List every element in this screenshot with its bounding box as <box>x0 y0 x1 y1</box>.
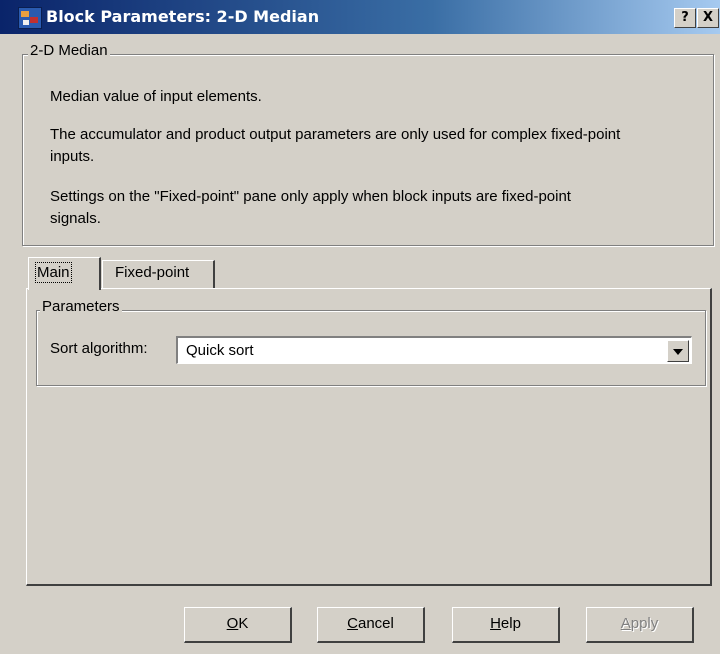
sort-algorithm-label: Sort algorithm: <box>50 340 148 357</box>
window-title: Block Parameters: 2-D Median <box>46 7 320 26</box>
help-label: elp <box>500 615 521 632</box>
parameters-legend: Parameters <box>40 298 122 315</box>
apply-button[interactable]: Apply <box>586 607 694 643</box>
tab-main-label: Main <box>35 262 72 283</box>
dropdown-button[interactable] <box>667 340 689 362</box>
sort-algorithm-value: Quick sort <box>186 342 254 359</box>
close-icon[interactable]: X <box>697 8 719 28</box>
tab-main[interactable]: Main <box>28 257 101 290</box>
description-text: The accumulator and product output param… <box>50 126 621 143</box>
cancel-button[interactable]: Cancel <box>317 607 425 643</box>
ok-label: K <box>238 615 249 632</box>
apply-label: pply <box>630 615 659 632</box>
tab-fixed-point-label: Fixed-point <box>115 264 190 281</box>
description-text: inputs. <box>50 148 95 165</box>
description-text: Median value of input elements. <box>50 88 262 105</box>
description-text: Settings on the "Fixed-point" pane only … <box>50 188 571 205</box>
ok-button[interactable]: OK <box>184 607 292 643</box>
sort-algorithm-select[interactable]: Quick sort <box>176 336 692 364</box>
description-text: signals. <box>50 210 101 227</box>
description-legend: 2-D Median <box>28 42 110 59</box>
help-mnemonic: H <box>490 615 501 632</box>
help-button[interactable]: Help <box>452 607 560 643</box>
title-bar[interactable]: Block Parameters: 2-D Median ? X <box>0 0 720 34</box>
chevron-down-icon <box>673 349 683 355</box>
help-question-icon[interactable]: ? <box>674 8 696 28</box>
cancel-mnemonic: C <box>347 615 358 632</box>
description-group <box>22 54 714 246</box>
apply-mnemonic: A <box>620 615 631 632</box>
ok-mnemonic: O <box>226 615 239 632</box>
cancel-label: ancel <box>357 615 394 632</box>
simulink-block-icon <box>18 7 42 29</box>
tab-fixed-point[interactable]: Fixed-point <box>102 260 215 288</box>
